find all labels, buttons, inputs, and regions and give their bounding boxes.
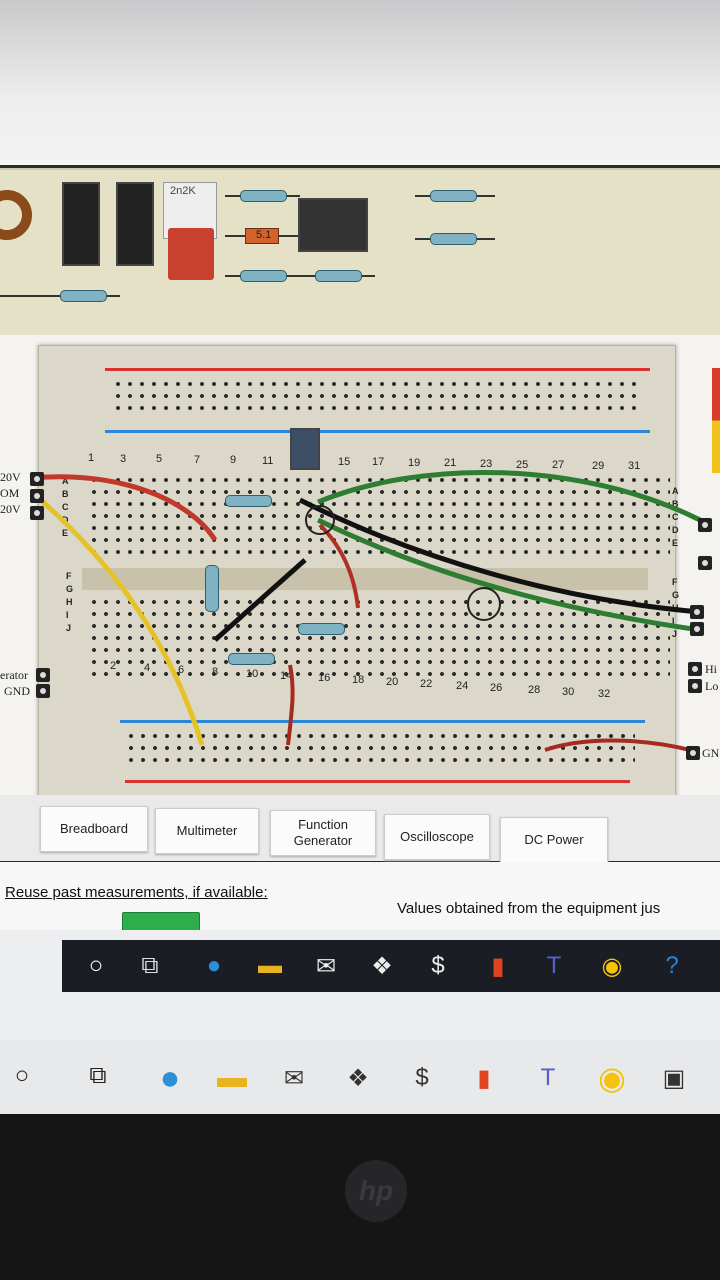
chrome-icon[interactable]: ◉	[592, 1058, 632, 1098]
cortana-circle-icon[interactable]: ○	[4, 1058, 40, 1094]
generator-label: erator	[0, 668, 28, 682]
chrome-icon[interactable]: ◉	[596, 950, 628, 982]
cortana-circle-icon[interactable]: ○	[80, 950, 112, 982]
office-icon[interactable]: ▮	[482, 950, 514, 982]
yellow-wire	[33, 493, 205, 746]
tab-dc-power[interactable]: DC Power	[500, 817, 608, 863]
taskbar: ○ ⧉ ● ▬ ✉ ❖ $ ▮ T ◉ ▣	[0, 1040, 720, 1114]
sketch-icon[interactable]: $	[402, 1058, 442, 1098]
power-jack-3[interactable]	[30, 506, 44, 520]
black-wire-long	[298, 497, 701, 615]
taskbar-reflection: ○ ⧉ ● ▬ ✉ ❖ $ ▮ T ◉ ?	[62, 940, 720, 992]
edge-icon[interactable]: ●	[150, 1058, 190, 1098]
photos-icon[interactable]: ▣	[654, 1058, 694, 1098]
mail-icon[interactable]: ✉	[274, 1058, 314, 1098]
right-lo-label: Lo	[705, 679, 719, 693]
dropbox-icon[interactable]: ❖	[338, 1058, 378, 1098]
mail-icon[interactable]: ✉	[310, 950, 342, 982]
power-jack-1[interactable]	[30, 472, 44, 486]
right-jack-hi[interactable]	[690, 605, 704, 619]
generator-gnd-label: GND	[4, 684, 30, 698]
green-wire-top	[317, 470, 702, 523]
right-jack-2[interactable]	[698, 556, 712, 570]
red-wire-rail	[544, 738, 691, 752]
right-gnd-label: GN	[702, 746, 720, 760]
probe-marker-2	[467, 587, 501, 621]
task-view-icon[interactable]: ⧉	[80, 1058, 116, 1094]
reuse-measurements-label: Reuse past measurements, if available:	[5, 884, 268, 901]
dropbox-icon[interactable]: ❖	[366, 950, 398, 982]
generator-gnd-jack[interactable]	[36, 684, 50, 698]
file-explorer-icon[interactable]: ▬	[212, 1058, 252, 1098]
task-view-icon[interactable]: ⧉	[134, 950, 166, 982]
generator-jack[interactable]	[36, 668, 50, 682]
teams-icon[interactable]: T	[528, 1058, 568, 1098]
right-jack-lo[interactable]	[690, 622, 704, 636]
office-icon[interactable]: ▮	[464, 1058, 504, 1098]
black-wire-short	[213, 558, 307, 642]
red-wire-left	[29, 474, 218, 542]
right-hi-label: Hi	[705, 662, 717, 676]
teams-icon[interactable]: T	[538, 950, 570, 982]
power-label-2: OM	[0, 486, 20, 500]
power-jack-2[interactable]	[30, 489, 44, 503]
power-label-1: 20V	[0, 470, 21, 484]
power-label-3: 20V	[0, 502, 21, 516]
tab-function-generator[interactable]: Function Generator	[270, 810, 376, 856]
hp-logo: hp	[345, 1160, 407, 1222]
right-jack-1[interactable]	[698, 518, 712, 532]
edge-icon[interactable]: ●	[198, 950, 230, 982]
right-gnd-jack[interactable]	[686, 746, 700, 760]
right-jack-hi-2[interactable]	[688, 662, 702, 676]
tab-multimeter[interactable]: Multimeter	[155, 808, 259, 854]
tab-oscilloscope[interactable]: Oscilloscope	[384, 814, 490, 860]
values-obtained-label: Values obtained from the equipment jus	[397, 900, 661, 917]
tab-breadboard[interactable]: Breadboard	[40, 806, 148, 852]
help-icon[interactable]: ?	[656, 950, 688, 982]
file-explorer-icon[interactable]: ▬	[254, 950, 286, 982]
side-color-strip	[712, 368, 720, 473]
wires-layer	[29, 470, 702, 752]
sketch-icon[interactable]: $	[422, 950, 454, 982]
right-jack-lo-2[interactable]	[688, 679, 702, 693]
red-wire-bottom	[286, 664, 295, 746]
